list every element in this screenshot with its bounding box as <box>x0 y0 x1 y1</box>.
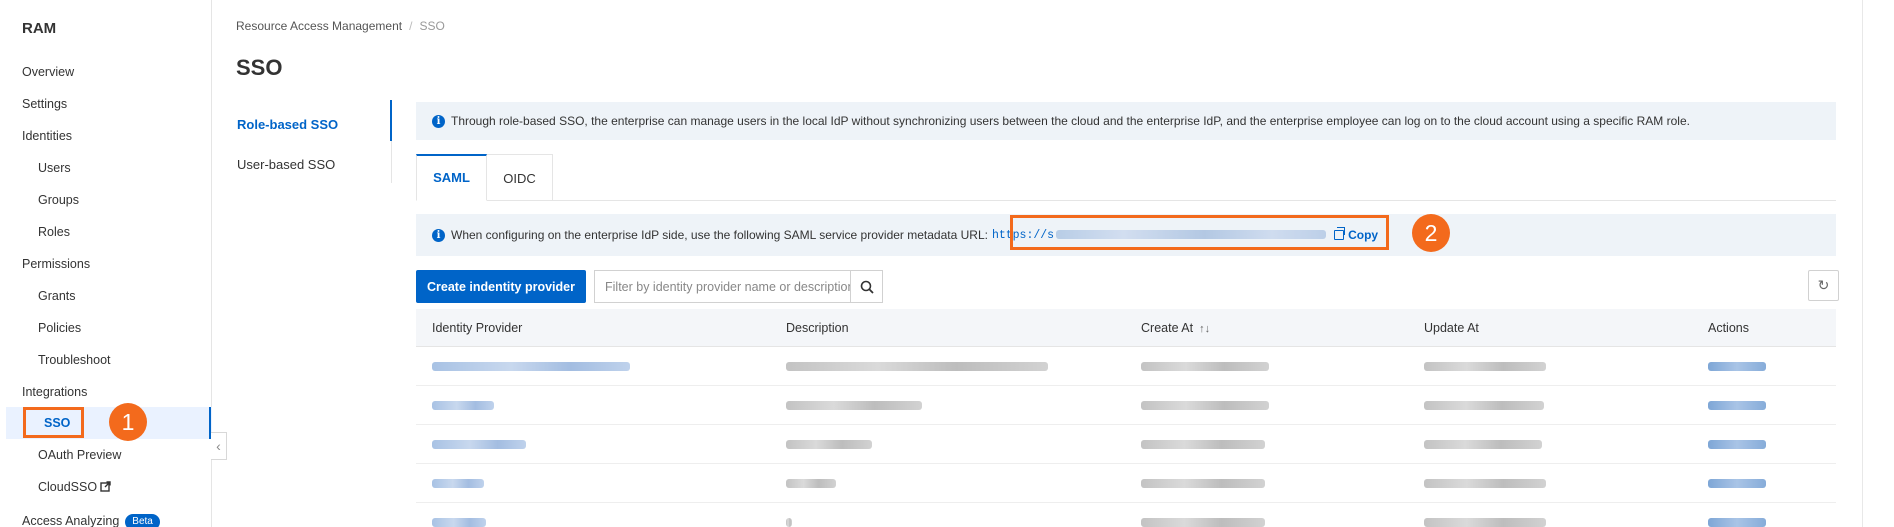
content-right-border <box>1862 0 1863 527</box>
table-row <box>416 425 1836 464</box>
description-cell <box>786 440 872 449</box>
update-at-cell <box>1424 479 1546 488</box>
table-row <box>416 347 1836 386</box>
create-at-cell <box>1141 479 1265 488</box>
breadcrumb-root[interactable]: Resource Access Management <box>236 19 402 33</box>
column-create-at[interactable]: Create At ↑↓ <box>1141 309 1210 348</box>
table-row <box>416 386 1836 425</box>
table-header: Identity Provider Description Create At ↑… <box>416 309 1836 347</box>
sidebar-group-permissions: Permissions <box>22 257 91 271</box>
search-button[interactable] <box>850 270 883 303</box>
update-at-cell <box>1424 362 1546 371</box>
identity-provider-link[interactable] <box>432 518 486 527</box>
tab-oidc[interactable]: OIDC <box>487 154 553 201</box>
update-at-cell <box>1424 518 1546 527</box>
column-update-at: Update At <box>1424 321 1479 335</box>
create-at-cell <box>1141 401 1269 410</box>
subnav-role-based-sso[interactable]: Role-based SSO <box>237 117 338 132</box>
sidebar-collapse-button[interactable]: ‹ <box>211 432 227 460</box>
sidebar-item-settings[interactable]: Settings <box>22 88 67 120</box>
row-action-link[interactable] <box>1708 479 1766 488</box>
subnav-active-indicator <box>390 100 392 141</box>
description-cell <box>786 479 836 488</box>
column-create-at-label: Create At <box>1141 321 1194 335</box>
create-identity-provider-button[interactable]: Create indentity provider <box>416 270 586 303</box>
breadcrumb-current: SSO <box>419 19 445 33</box>
table-row <box>416 503 1836 527</box>
table-row <box>416 464 1836 503</box>
update-at-cell <box>1424 401 1544 410</box>
refresh-icon: ↻ <box>1817 277 1830 293</box>
page-title: SSO <box>236 55 283 80</box>
annotation-marker-1: 1 <box>109 403 147 441</box>
sidebar-item-users[interactable]: Users <box>38 152 71 184</box>
sidebar-item-policies[interactable]: Policies <box>38 312 81 344</box>
column-identity-provider: Identity Provider <box>432 321 523 335</box>
identity-provider-link[interactable] <box>432 362 630 371</box>
sidebar-item-oauth-preview[interactable]: OAuth Preview <box>38 439 121 471</box>
sidebar-title: RAM <box>22 20 57 37</box>
subnav-user-based-sso[interactable]: User-based SSO <box>237 157 335 172</box>
info-banner-text: Through role-based SSO, the enterprise c… <box>451 114 1690 128</box>
annotation-highlight-sso <box>23 407 84 438</box>
external-link-icon <box>100 472 111 504</box>
update-at-cell <box>1424 440 1542 449</box>
sidebar-item-cloudsso[interactable]: CloudSSO <box>38 471 111 503</box>
identity-provider-link[interactable] <box>432 440 526 449</box>
description-cell <box>786 362 1048 371</box>
sidebar-item-overview[interactable]: Overview <box>22 56 74 88</box>
sidebar-item-access-analyzing[interactable]: Access Analyzing Beta <box>22 505 160 527</box>
row-action-link[interactable] <box>1708 440 1766 449</box>
tab-saml[interactable]: SAML <box>416 154 487 201</box>
column-description: Description <box>786 321 849 335</box>
description-cell <box>786 401 922 410</box>
sidebar-item-roles[interactable]: Roles <box>38 216 70 248</box>
protocol-tabs: SAML OIDC <box>416 154 1836 201</box>
info-icon: i <box>432 228 445 242</box>
row-action-link[interactable] <box>1708 362 1766 371</box>
identity-provider-link[interactable] <box>432 401 494 410</box>
identity-provider-link[interactable] <box>432 479 484 488</box>
sidebar-group-identities: Identities <box>22 129 73 143</box>
annotation-highlight-metadata-url <box>1010 215 1389 250</box>
sidebar-group-integrations: Integrations <box>22 385 88 399</box>
breadcrumb: Resource Access Management / SSO <box>236 19 445 33</box>
info-icon: i <box>432 114 445 128</box>
create-at-cell <box>1141 518 1265 527</box>
info-banner: i Through role-based SSO, the enterprise… <box>416 102 1836 140</box>
cloudsso-label: CloudSSO <box>38 480 98 494</box>
sidebar-item-groups[interactable]: Groups <box>38 184 79 216</box>
description-cell <box>786 518 792 527</box>
access-analyzing-label: Access Analyzing <box>22 514 120 527</box>
subnav-divider <box>391 141 392 183</box>
chevron-left-icon: ‹ <box>216 438 221 454</box>
column-actions: Actions <box>1708 321 1749 335</box>
sidebar-item-grants[interactable]: Grants <box>38 280 76 312</box>
beta-badge: Beta <box>125 514 160 527</box>
metadata-url-text: When configuring on the enterprise IdP s… <box>451 228 988 242</box>
breadcrumb-separator: / <box>409 19 413 33</box>
search-icon <box>860 280 874 294</box>
annotation-marker-2: 2 <box>1412 214 1450 252</box>
search-input[interactable] <box>594 270 850 303</box>
row-action-link[interactable] <box>1708 518 1766 527</box>
refresh-button[interactable]: ↻ <box>1808 270 1839 301</box>
sidebar-item-troubleshoot[interactable]: Troubleshoot <box>38 344 111 376</box>
create-at-cell <box>1141 362 1269 371</box>
sort-icon[interactable]: ↑↓ <box>1199 323 1210 335</box>
create-at-cell <box>1141 440 1265 449</box>
row-action-link[interactable] <box>1708 401 1766 410</box>
